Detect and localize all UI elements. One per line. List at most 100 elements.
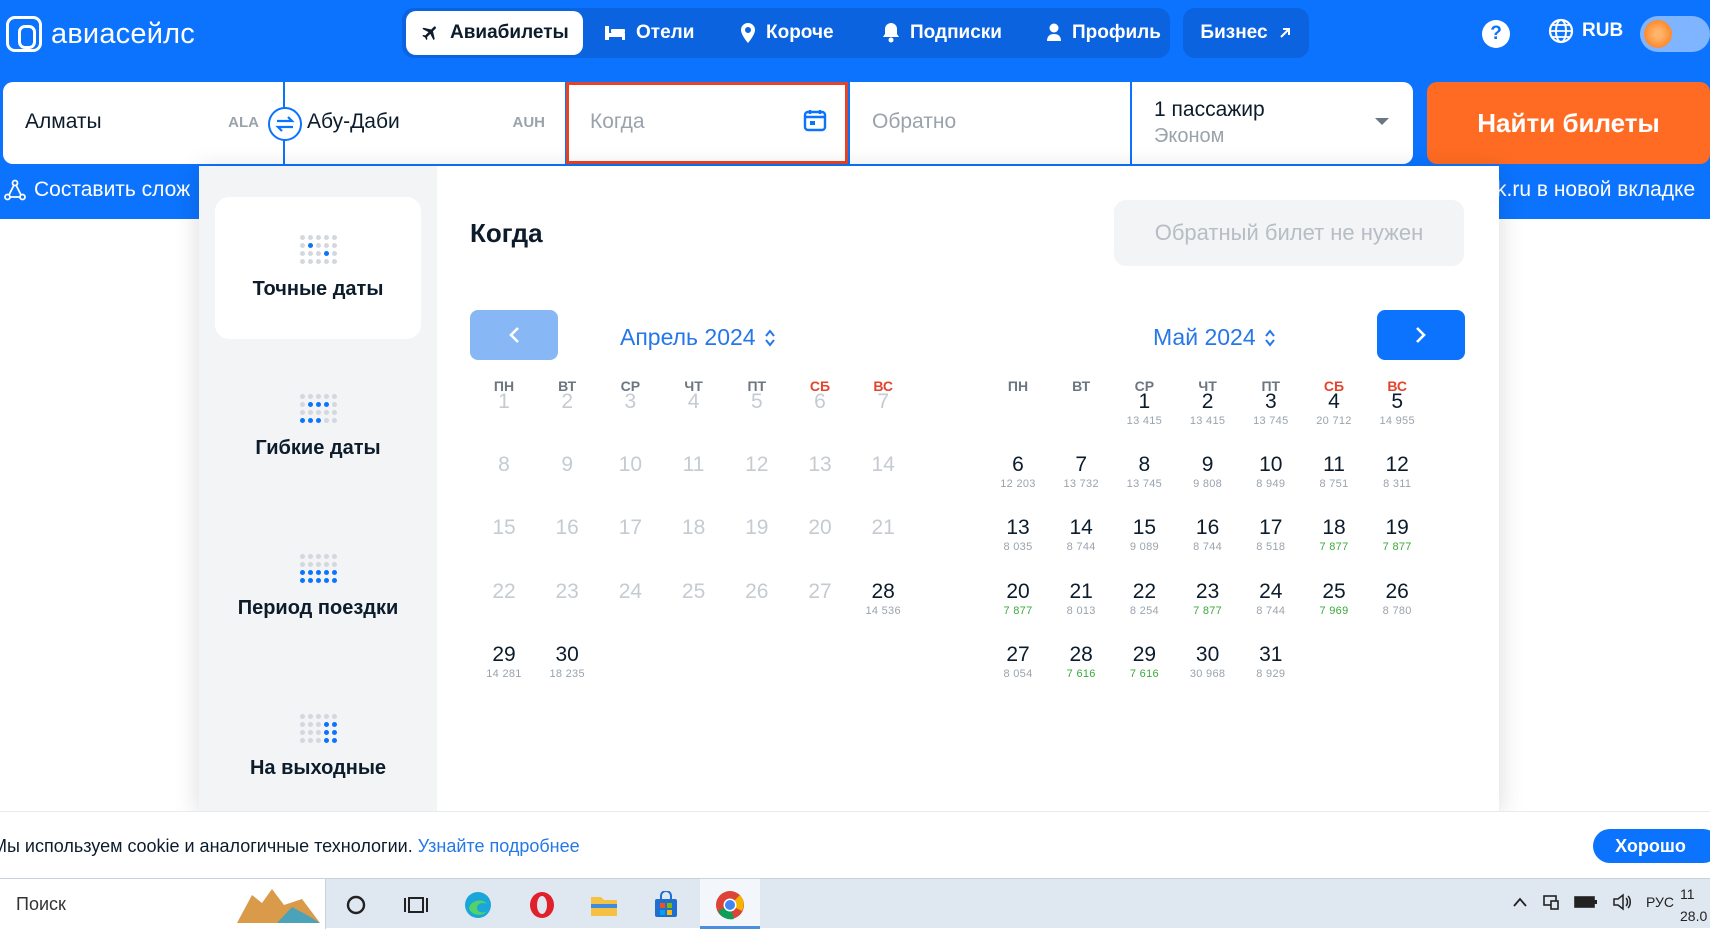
- calendar-day[interactable]: 15 9 089: [1112, 515, 1176, 575]
- calendar-day: 1: [472, 389, 536, 449]
- day-number: 10: [618, 453, 643, 477]
- calendar-day[interactable]: 99 808: [1176, 452, 1240, 512]
- language-indicator[interactable]: РУС: [1646, 894, 1674, 910]
- calendar-day[interactable]: 22 8 254: [1112, 579, 1176, 639]
- nav-subscriptions[interactable]: Подписки: [868, 11, 1016, 55]
- logo[interactable]: авиасейлс: [6, 14, 195, 54]
- day-number: 9: [561, 453, 574, 477]
- search-highlight-icon: [237, 889, 320, 923]
- passengers-field[interactable]: 1 пассажир Эконом: [1132, 82, 1413, 164]
- calendar-day[interactable]: 28 14 536: [851, 579, 915, 639]
- calendar-day[interactable]: 6 12 203: [986, 452, 1050, 512]
- bed-icon: [605, 26, 625, 40]
- calendar-day[interactable]: 18 7 877: [1302, 515, 1366, 575]
- calendar-day[interactable]: 19 7 877: [1365, 515, 1429, 575]
- calendar-day[interactable]: 24 8 744: [1239, 579, 1303, 639]
- edge-icon[interactable]: [462, 889, 494, 921]
- theme-toggle[interactable]: [1640, 16, 1710, 52]
- calendar-day[interactable]: 25 7 969: [1302, 579, 1366, 639]
- prev-month-button[interactable]: [470, 310, 558, 360]
- day-number: 12: [745, 453, 769, 477]
- search-button[interactable]: Найти билеты: [1427, 82, 1710, 164]
- calendar-day[interactable]: 4 20 712: [1302, 389, 1366, 449]
- calendar-day[interactable]: 10 8 949: [1239, 452, 1303, 512]
- mode-weekends[interactable]: На выходные: [215, 676, 421, 818]
- currency-selector[interactable]: RUB: [1548, 18, 1623, 44]
- calendar-day[interactable]: 14 8 744: [1049, 515, 1113, 575]
- depart-date-field[interactable]: Когда: [566, 82, 848, 164]
- calendar-day[interactable]: 16 8 744: [1176, 515, 1240, 575]
- mode-trip-period[interactable]: Период поездки: [215, 516, 421, 658]
- cookie-accept-button[interactable]: Хорошо: [1593, 829, 1710, 863]
- calendar-day[interactable]: 1 13 415: [1112, 389, 1176, 449]
- new-tab-link[interactable]: k.ru в новой вкладке: [1496, 178, 1695, 202]
- clock[interactable]: 11 28.0: [1680, 883, 1707, 927]
- month-title-may[interactable]: Май 2024: [1153, 324, 1276, 351]
- cookie-learn-more-link[interactable]: Узнайте подробнее: [418, 836, 580, 856]
- calendar-day: 5: [725, 389, 789, 449]
- day-number: 14: [1069, 516, 1093, 540]
- network-icon[interactable]: [1542, 893, 1560, 911]
- calendar-day[interactable]: 17 8 518: [1239, 515, 1303, 575]
- calendar-day[interactable]: 2 13 415: [1176, 389, 1240, 449]
- calendar-day[interactable]: 11 8 751: [1302, 452, 1366, 512]
- no-return-button[interactable]: Обратный билет не нужен: [1114, 200, 1464, 266]
- file-explorer-icon[interactable]: [588, 889, 620, 921]
- return-date-field[interactable]: Обратно: [850, 82, 1130, 164]
- bell-icon: [883, 23, 899, 43]
- calendar-day[interactable]: 26 8 780: [1365, 579, 1429, 639]
- nav-profile[interactable]: Профиль: [1032, 11, 1175, 55]
- day-number: 24: [618, 579, 643, 603]
- calendar-day[interactable]: 5 14 955: [1365, 389, 1429, 449]
- day-number: 21: [1069, 579, 1093, 603]
- store-icon[interactable]: [650, 889, 682, 921]
- day-number: 30: [555, 642, 579, 666]
- day-number: 4: [687, 390, 700, 413]
- calendar-day[interactable]: 8 13 745: [1112, 452, 1176, 512]
- day-price: 13 745: [1253, 415, 1289, 427]
- calendar-day[interactable]: 27 8 054: [986, 642, 1050, 702]
- calendar-day[interactable]: 20 7 877: [986, 579, 1050, 639]
- calendar-day[interactable]: 30 30 968: [1176, 642, 1240, 702]
- taskbar-search[interactable]: Поиск: [0, 879, 326, 929]
- calendar-day[interactable]: 29 14 281: [472, 642, 536, 702]
- system-tray: РУС: [1512, 893, 1674, 911]
- nav-short[interactable]: Короче: [726, 11, 848, 55]
- compose-route-link[interactable]: Составить слож: [4, 178, 190, 202]
- chevron-up-icon[interactable]: [1512, 896, 1528, 908]
- origin-field[interactable]: Алматы ALA: [3, 82, 283, 164]
- day-number: 20: [1006, 579, 1030, 603]
- destination-field[interactable]: Абу-Даби AUH: [285, 82, 565, 164]
- battery-icon[interactable]: [1574, 895, 1598, 909]
- task-view-icon[interactable]: [400, 889, 432, 921]
- calendar-day[interactable]: 28 7 616: [1049, 642, 1113, 702]
- updown-chevron-icon: [764, 328, 775, 347]
- day-price: 8 744: [1193, 541, 1223, 554]
- opera-icon[interactable]: [526, 889, 558, 921]
- calendar-day[interactable]: 29 7 616: [1112, 642, 1176, 702]
- day-price: 8 054: [1003, 667, 1033, 680]
- calendar-day[interactable]: 23 7 877: [1176, 579, 1240, 639]
- cortana-icon[interactable]: [340, 889, 372, 921]
- help-icon[interactable]: ?: [1482, 20, 1510, 48]
- nav-flights[interactable]: Авиабилеты: [406, 11, 583, 55]
- calendar-day[interactable]: 13 8 035: [986, 515, 1050, 575]
- business-link[interactable]: Бизнес: [1183, 8, 1309, 58]
- month-title-april[interactable]: Апрель 2024: [620, 324, 776, 351]
- calendar-day[interactable]: 31 8 929: [1239, 642, 1303, 702]
- chrome-icon[interactable]: [714, 889, 746, 921]
- calendar-day[interactable]: 7 13 732: [1049, 452, 1113, 512]
- swap-button[interactable]: [268, 107, 302, 141]
- mode-flexible-dates[interactable]: Гибкие даты: [215, 356, 421, 498]
- calendar-day[interactable]: 30 18 235: [535, 642, 599, 702]
- day-price: 7 877: [1193, 604, 1223, 617]
- nav-hotels[interactable]: Отели: [590, 11, 708, 55]
- day-number: 28: [871, 579, 895, 603]
- calendar-day[interactable]: 3 13 745: [1239, 389, 1303, 449]
- calendar-day[interactable]: 21 8 013: [1049, 579, 1113, 639]
- calendar-day[interactable]: 12 8 311: [1365, 452, 1429, 512]
- calendar-day: 17: [598, 515, 662, 575]
- volume-icon[interactable]: [1612, 893, 1632, 911]
- mode-exact-dates[interactable]: Точные даты: [215, 197, 421, 339]
- next-month-button[interactable]: [1377, 310, 1465, 360]
